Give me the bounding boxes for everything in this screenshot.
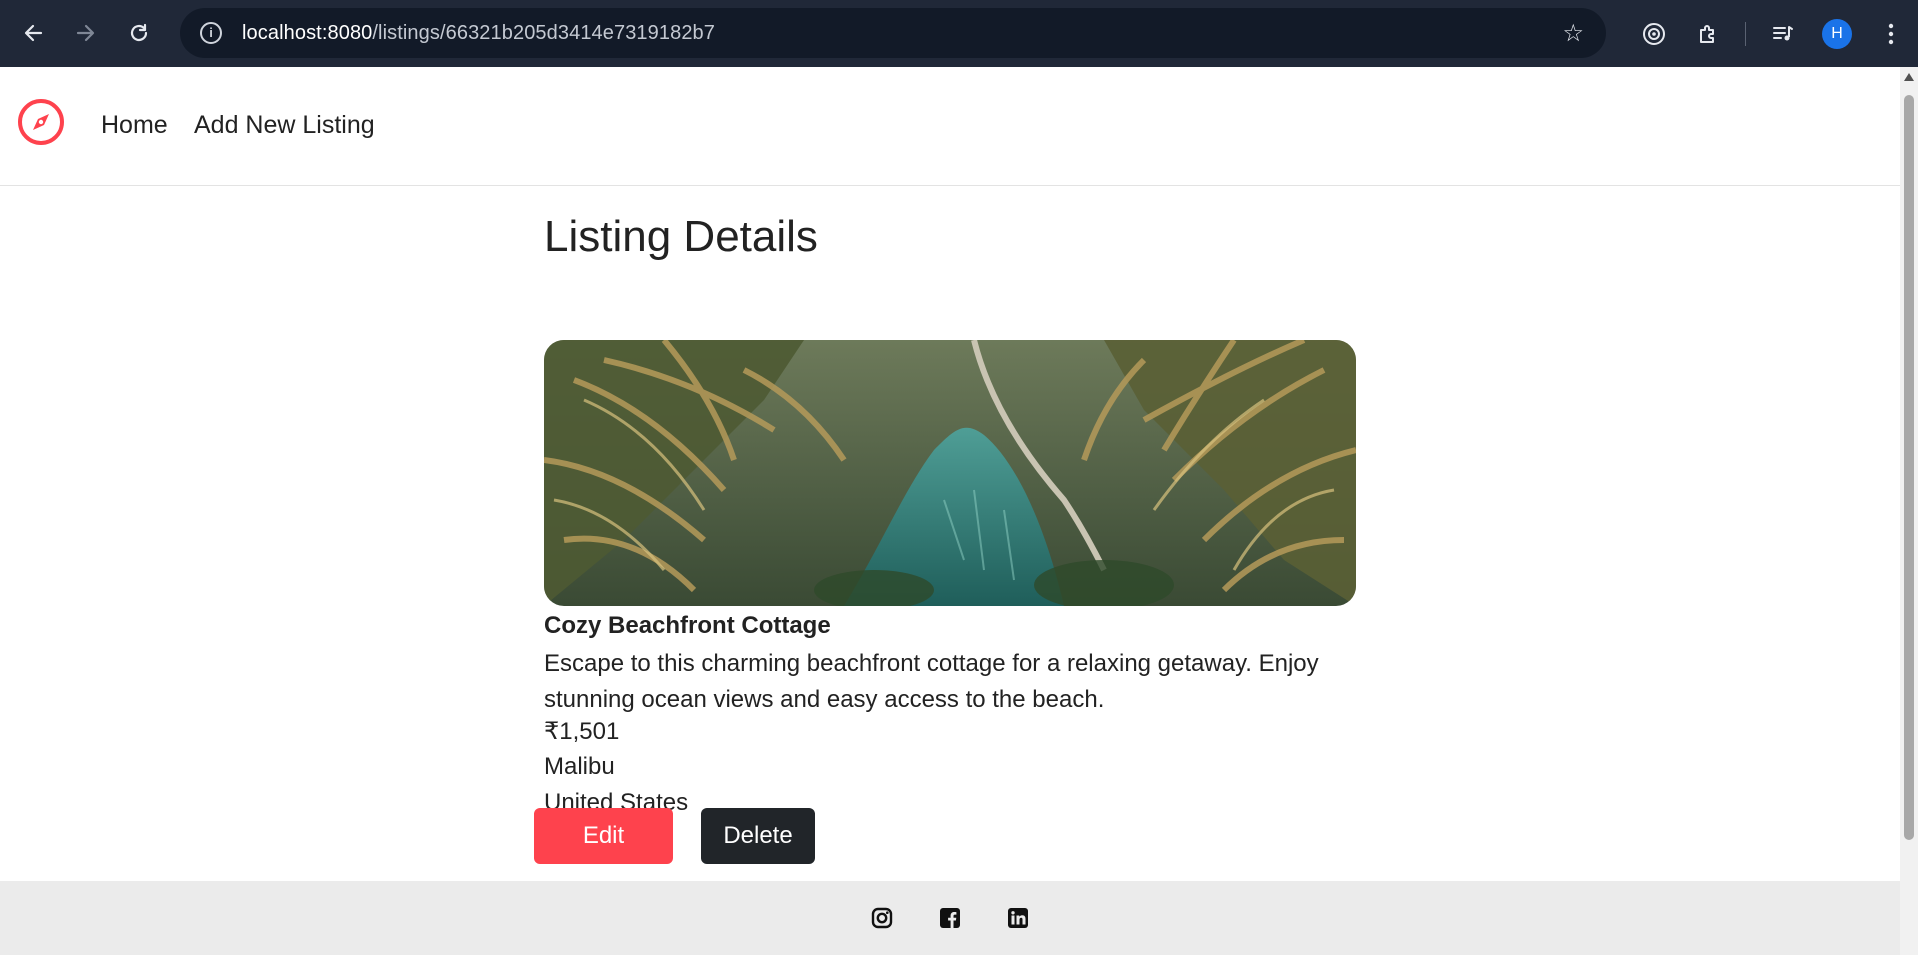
lens-icon[interactable] (1627, 0, 1681, 67)
profile-avatar[interactable]: H (1810, 0, 1864, 67)
media-queue-icon[interactable] (1756, 0, 1810, 67)
browser-actions: H (1627, 0, 1918, 67)
linkedin-icon[interactable] (1006, 906, 1030, 930)
page-title: Listing Details (544, 212, 818, 261)
listing-description: Escape to this charming beachfront cotta… (544, 650, 1319, 713)
address-bar[interactable]: i localhost:8080/listings/66321b205d3414… (180, 8, 1606, 58)
listing-price: ₹1,501 (544, 718, 620, 745)
nav-home-link[interactable]: Home (101, 111, 168, 140)
scroll-up-arrow-icon[interactable] (1904, 73, 1914, 81)
edit-button[interactable]: Edit (534, 808, 673, 864)
forward-icon[interactable] (66, 13, 106, 53)
bookmark-star-icon[interactable]: ☆ (1562, 19, 1584, 48)
listing-name: Cozy Beachfront Cottage (544, 612, 831, 639)
delete-button[interactable]: Delete (701, 808, 815, 864)
scrollbar-thumb[interactable] (1904, 95, 1914, 840)
toolbar-divider (1745, 21, 1746, 46)
reload-icon[interactable] (119, 13, 159, 53)
url-path: /listings/66321b205d3414e7319182b7 (372, 21, 715, 44)
listing-city: Malibu (544, 753, 615, 780)
site-info-icon[interactable]: i (200, 22, 222, 44)
facebook-icon[interactable] (938, 906, 962, 930)
url-text[interactable]: localhost:8080/listings/66321b205d3414e7… (242, 22, 715, 45)
site-navbar: Home Add New Listing (0, 67, 1900, 186)
page-scrollbar[interactable] (1900, 67, 1918, 955)
browser-toolbar: i localhost:8080/listings/66321b205d3414… (0, 0, 1918, 67)
nav-add-listing-link[interactable]: Add New Listing (194, 111, 375, 140)
extensions-icon[interactable] (1681, 0, 1735, 67)
listing-image (544, 340, 1356, 606)
back-icon[interactable] (13, 13, 53, 53)
site-footer (0, 881, 1900, 955)
profile-initial: H (1822, 18, 1852, 49)
page-viewport: Home Add New Listing Listing Details Coz… (0, 67, 1900, 955)
url-host: localhost:8080 (242, 21, 373, 44)
more-menu-icon[interactable] (1864, 0, 1918, 67)
compass-logo-icon[interactable] (17, 98, 65, 146)
instagram-icon[interactable] (870, 906, 894, 930)
